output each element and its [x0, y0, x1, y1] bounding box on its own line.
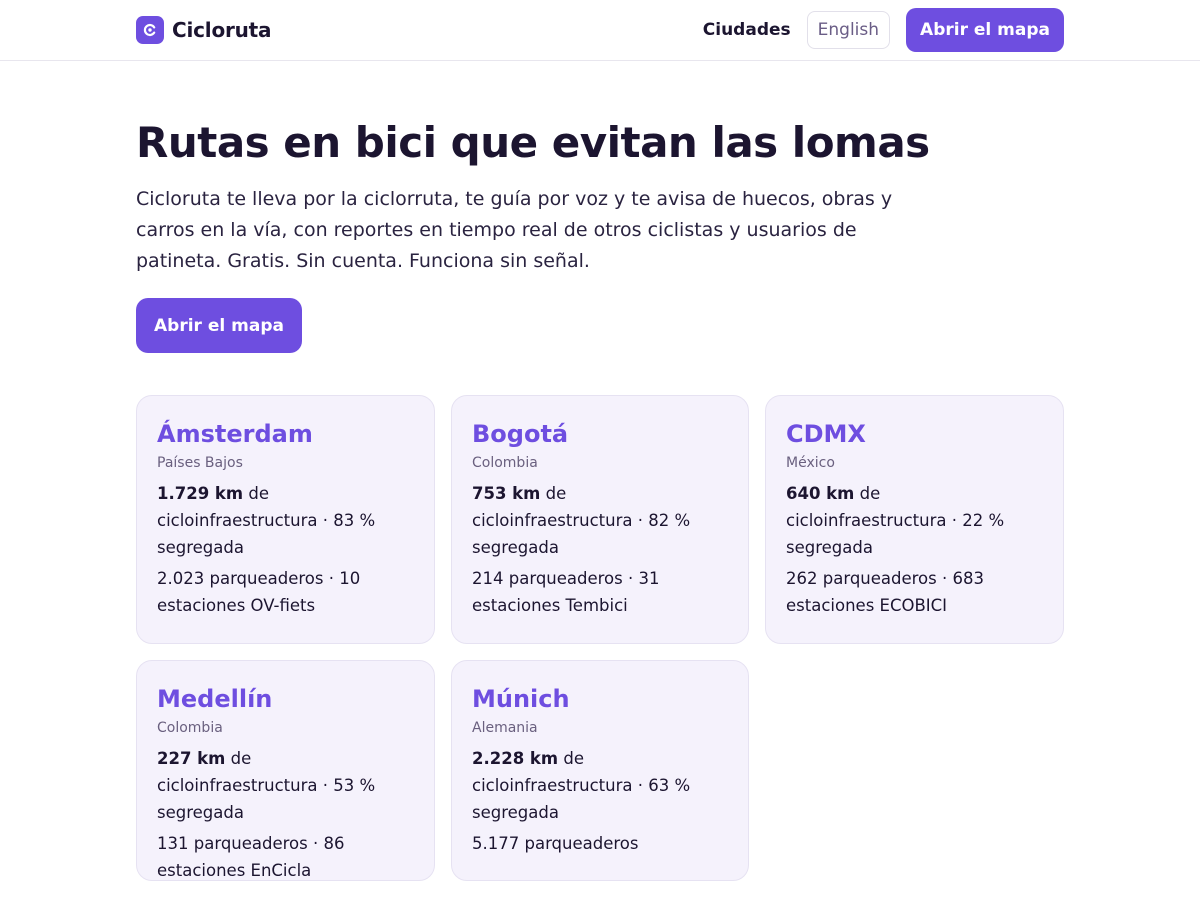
- parking-stat: 5.177 parqueaderos: [472, 834, 639, 853]
- infrastructure-stat: 1.729 km de cicloinfraestructura · 83 % …: [157, 480, 414, 561]
- city-card-medellin[interactable]: Medellín Colombia 227 km de cicloinfraes…: [136, 660, 435, 881]
- city-name: Bogotá: [472, 420, 569, 448]
- infrastructure-stat: 753 km de cicloinfraestructura · 82 % se…: [472, 480, 728, 561]
- city-country: Colombia: [472, 455, 538, 471]
- hero-title: Rutas en bici que evitan las lomas: [136, 118, 930, 167]
- city-name: Múnich: [472, 685, 570, 713]
- city-country: Colombia: [157, 720, 223, 736]
- infrastructure-stat: 2.228 km de cicloinfraestructura · 63 % …: [472, 745, 728, 826]
- city-card-cdmx[interactable]: CDMX México 640 km de cicloinfraestructu…: [765, 395, 1064, 644]
- parking-stat: 2.023 parqueaderos · 10 estaciones OV-fi…: [157, 569, 361, 615]
- infrastructure-km: 2.228 km: [472, 749, 559, 768]
- parking-stat: 262 parqueaderos · 683 estaciones ECOBIC…: [786, 569, 984, 615]
- city-name: Ámsterdam: [157, 420, 313, 448]
- infrastructure-km: 227 km: [157, 749, 226, 768]
- city-country: Países Bajos: [157, 455, 243, 471]
- city-country: Alemania: [472, 720, 538, 736]
- hero-lead: Cicloruta te lleva por la ciclorruta, te…: [136, 188, 893, 272]
- brand-name: Cicloruta: [172, 18, 272, 42]
- top-bar: Cicloruta Ciudades English Abrir el mapa: [0, 0, 1200, 61]
- city-card-bogota[interactable]: Bogotá Colombia 753 km de cicloinfraestr…: [451, 395, 749, 644]
- city-name: Medellín: [157, 685, 273, 713]
- parking-stat: 131 parqueaderos · 86 estaciones EnCicla: [157, 834, 345, 880]
- parking-stat: 214 parqueaderos · 31 estaciones Tembici: [472, 569, 660, 615]
- main-nav: Ciudades English Abrir el mapa: [703, 8, 1064, 52]
- nav-link-ciudades[interactable]: Ciudades: [703, 20, 791, 40]
- infrastructure-km: 640 km: [786, 484, 855, 503]
- open-map-button[interactable]: Abrir el mapa: [136, 298, 302, 353]
- city-grid: Ámsterdam Países Bajos 1.729 km de ciclo…: [136, 395, 1064, 881]
- infrastructure-stat: 640 km de cicloinfraestructura · 22 % se…: [786, 480, 1043, 561]
- city-card-amsterdam[interactable]: Ámsterdam Países Bajos 1.729 km de ciclo…: [136, 395, 435, 644]
- open-map-button-header[interactable]: Abrir el mapa: [906, 8, 1064, 52]
- refresh-icon: [136, 16, 164, 44]
- infrastructure-km: 1.729 km: [157, 484, 244, 503]
- city-card-munich[interactable]: Múnich Alemania 2.228 km de cicloinfraes…: [451, 660, 749, 881]
- infrastructure-km: 753 km: [472, 484, 541, 503]
- city-country: México: [786, 455, 835, 471]
- city-name: CDMX: [786, 420, 866, 448]
- brand-link[interactable]: Cicloruta: [136, 16, 272, 44]
- infrastructure-stat: 227 km de cicloinfraestructura · 53 % se…: [157, 745, 414, 826]
- language-button[interactable]: English: [806, 11, 891, 49]
